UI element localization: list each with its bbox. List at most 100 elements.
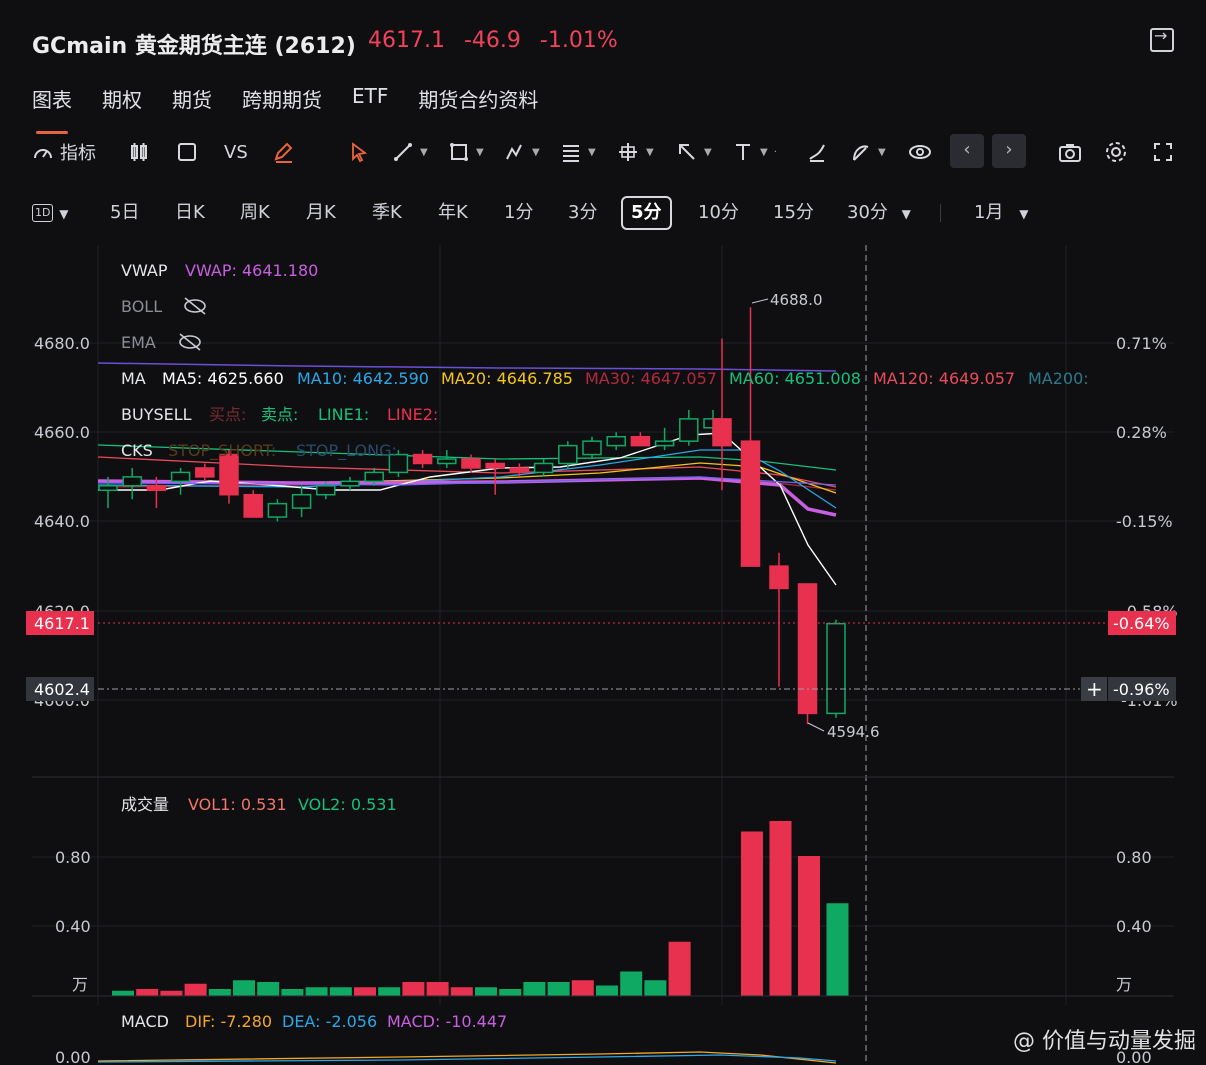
period-30min-dropdown[interactable]: 30分 ▼ [847, 196, 911, 230]
cks-label[interactable]: CKS [121, 441, 153, 460]
cursor-icon [352, 142, 368, 163]
candle-body [340, 480, 360, 487]
chevron-right-icon[interactable]: › [992, 134, 1026, 168]
brush-tool[interactable] [806, 140, 828, 164]
range-dropdown[interactable]: 1月 ▼ [974, 196, 1028, 230]
dif-value: DIF: -7.280 [185, 1012, 272, 1031]
macd-label[interactable]: MACD [121, 1012, 169, 1031]
volume-bar [112, 990, 134, 996]
indicator-button[interactable]: 指标 [32, 140, 96, 164]
volume-bar [402, 982, 425, 996]
settings-button[interactable] [1104, 140, 1128, 164]
high-marker-line [751, 298, 769, 304]
price-chart[interactable]: 4680.0 4660.0 4640.0 4620.0 4600.0 0.71%… [0, 245, 1206, 1065]
screenshot-button[interactable] [1058, 140, 1082, 164]
candle-body [606, 435, 626, 447]
period-15min[interactable]: 15分 [773, 196, 814, 230]
vwap-label[interactable]: VWAP [121, 261, 168, 280]
exit-fullscreen-icon[interactable] [1150, 26, 1174, 52]
fullscreen-button[interactable] [1152, 140, 1174, 164]
eye-icon [909, 145, 931, 159]
tab-spread-futures[interactable]: 跨期期货 [242, 84, 322, 124]
candle-type-button[interactable] [128, 140, 150, 164]
drawing-toolbar: 指标 VS ▼ ▼ ▼ ▼ ▼ ▼ ▼ · ▼ ‹ › [32, 134, 1182, 170]
cursor-tool[interactable] [348, 140, 370, 164]
volume-bar [233, 980, 255, 996]
period-monthly[interactable]: 月K [306, 196, 336, 230]
price-change: -46.9 [463, 28, 521, 53]
candle-body [679, 418, 699, 442]
vol-tick-right: 0.80 [1116, 848, 1152, 867]
candle-body [461, 458, 481, 469]
candle-body [291, 493, 312, 509]
brush-icon [809, 144, 825, 162]
measure-tool[interactable]: ▼ [616, 140, 654, 164]
volume-bar [475, 987, 497, 996]
candle-body [316, 485, 336, 496]
candle-body [826, 622, 846, 715]
tab-options[interactable]: 期权 [102, 84, 142, 124]
ma-label[interactable]: MA [121, 369, 146, 388]
compare-button[interactable]: VS [224, 140, 248, 164]
magnet-tool[interactable]: ▼ [850, 140, 886, 164]
trendline-tool[interactable]: ▼ [392, 140, 428, 164]
boll-label[interactable]: BOLL [121, 297, 162, 316]
volume-bar [547, 982, 570, 996]
vol-unit-left: 万 [72, 975, 88, 994]
volume-label[interactable]: 成交量 [121, 795, 169, 814]
volume-axis: 0.80 0.40 万 0.80 0.40 万 [55, 848, 1152, 994]
fib-tool[interactable]: ▼ [560, 140, 596, 164]
crosshair-price-value: 4602.4 [34, 680, 90, 699]
draw-pencil-tool[interactable] [272, 140, 294, 164]
vol1-value: VOL1: 0.531 [188, 795, 287, 814]
arrow-tool[interactable]: ▼ [676, 140, 712, 164]
period-5min[interactable]: 5分 [621, 196, 672, 230]
ema-hidden-eye-icon[interactable] [179, 333, 201, 351]
candle-body [509, 467, 530, 474]
visibility-toggle[interactable] [908, 140, 932, 164]
volume-bar [426, 982, 449, 996]
period-quarterly[interactable]: 季K [372, 196, 402, 230]
arrow-icon [679, 144, 695, 160]
period-weekly[interactable]: 周K [240, 196, 270, 230]
ma30-value: MA30: 4647.057 [585, 369, 717, 388]
candle-body [630, 435, 651, 447]
buysell-label[interactable]: BUYSELL [121, 405, 192, 424]
period-10min[interactable]: 10分 [698, 196, 739, 230]
candle-body [219, 453, 239, 496]
text-tool[interactable]: ▼ · [732, 140, 777, 164]
boll-hidden-eye-icon[interactable] [184, 297, 206, 315]
period-1min[interactable]: 1分 [504, 196, 533, 230]
tab-etf[interactable]: ETF [352, 84, 388, 124]
current-price-value: 4617.1 [34, 614, 90, 633]
vol-tick-left: 0.80 [55, 848, 91, 867]
period-daily[interactable]: 日K [175, 196, 205, 230]
plus-icon[interactable]: + [1086, 677, 1103, 701]
indicator-legends: VWAP VWAP: 4641.180 BOLL EMA MA MA5: 462… [121, 261, 1089, 461]
tab-chart[interactable]: 图表 [32, 84, 72, 134]
line2-value: LINE2: [387, 405, 438, 424]
tab-contract-info[interactable]: 期货合约资料 [418, 84, 538, 124]
ema-label[interactable]: EMA [121, 333, 156, 352]
period-3min[interactable]: 3分 [568, 196, 597, 230]
pattern-tool[interactable]: ▼ [504, 140, 540, 164]
stop-long: STOP_LONG: [296, 441, 397, 461]
candle-body [122, 476, 142, 487]
tab-futures[interactable]: 期货 [172, 84, 212, 124]
chevron-left-icon[interactable]: ‹ [950, 134, 984, 168]
candlestick-icon [131, 143, 147, 161]
period-yearly[interactable]: 年K [438, 196, 468, 230]
crosshair-pct-value: -0.96% [1113, 680, 1170, 699]
volume-bar [571, 980, 594, 996]
period-type-dropdown[interactable]: 1D ▼ [32, 196, 68, 230]
period-5day[interactable]: 5日 [110, 196, 139, 230]
chart-area[interactable]: 4680.0 4660.0 4640.0 4620.0 4600.0 0.71%… [0, 245, 1206, 1065]
y-tick-left: 4660.0 [34, 423, 90, 442]
volume-bar [208, 989, 231, 996]
candle-body [769, 565, 789, 590]
square-tool[interactable] [176, 140, 198, 164]
shape-tool[interactable]: ▼ [448, 140, 484, 164]
ma200-value: MA200: [1028, 369, 1089, 388]
macd-value: MACD: -10.447 [387, 1012, 507, 1031]
macd-legend: MACD DIF: -7.280 DEA: -2.056 MACD: -10.4… [121, 1012, 507, 1031]
